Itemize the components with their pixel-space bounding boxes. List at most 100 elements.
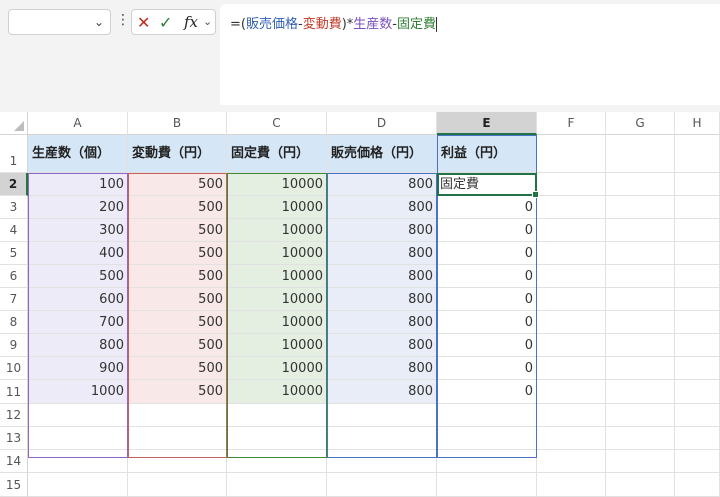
empty-cell[interactable] <box>128 450 227 473</box>
data-cell[interactable]: 800 <box>327 173 437 196</box>
more-options-icon[interactable]: ⋮ <box>116 12 130 28</box>
row-header-5[interactable]: 5 <box>0 242 28 265</box>
empty-cell[interactable] <box>606 173 675 196</box>
row-header-15[interactable]: 15 <box>0 473 28 497</box>
empty-cell[interactable] <box>437 427 537 450</box>
column-header-a[interactable]: A <box>28 112 128 135</box>
row-header-8[interactable]: 8 <box>0 311 28 334</box>
empty-cell[interactable] <box>537 311 606 334</box>
chevron-down-icon[interactable]: ⌄ <box>94 15 104 29</box>
empty-cell[interactable] <box>537 219 606 242</box>
empty-cell[interactable] <box>128 404 227 427</box>
empty-cell[interactable] <box>437 450 537 473</box>
empty-cell[interactable] <box>675 380 720 404</box>
empty-cell[interactable] <box>327 427 437 450</box>
row-header-6[interactable]: 6 <box>0 265 28 288</box>
empty-cell[interactable] <box>606 219 675 242</box>
empty-cell[interactable] <box>537 265 606 288</box>
data-cell[interactable]: 10000 <box>227 219 327 242</box>
empty-cell[interactable] <box>537 380 606 404</box>
empty-cell[interactable] <box>606 334 675 357</box>
empty-cell[interactable] <box>537 404 606 427</box>
data-cell[interactable]: 800 <box>327 334 437 357</box>
row-header-11[interactable]: 11 <box>0 380 28 404</box>
select-all-button[interactable] <box>0 112 28 135</box>
empty-cell[interactable] <box>606 427 675 450</box>
empty-cell[interactable] <box>675 135 720 173</box>
empty-cell[interactable] <box>437 404 537 427</box>
empty-cell[interactable] <box>537 288 606 311</box>
row-header-10[interactable]: 10 <box>0 357 28 380</box>
empty-cell[interactable] <box>606 311 675 334</box>
empty-cell[interactable] <box>606 404 675 427</box>
empty-cell[interactable] <box>675 427 720 450</box>
cancel-icon[interactable]: ✕ <box>137 13 150 32</box>
header-cell[interactable]: 固定費（円） <box>227 135 327 173</box>
enter-check-icon[interactable]: ✓ <box>159 13 172 32</box>
empty-cell[interactable] <box>675 357 720 380</box>
data-cell[interactable]: 800 <box>327 265 437 288</box>
data-cell[interactable]: 500 <box>128 196 227 219</box>
data-cell[interactable]: 500 <box>128 219 227 242</box>
empty-cell[interactable] <box>537 427 606 450</box>
empty-cell[interactable] <box>606 196 675 219</box>
empty-cell[interactable] <box>327 404 437 427</box>
empty-cell[interactable] <box>606 265 675 288</box>
row-header-1[interactable]: 1 <box>0 135 28 173</box>
row-header-7[interactable]: 7 <box>0 288 28 311</box>
data-cell[interactable]: 800 <box>327 357 437 380</box>
empty-cell[interactable] <box>128 427 227 450</box>
data-cell[interactable]: 0 <box>437 288 537 311</box>
empty-cell[interactable] <box>28 450 128 473</box>
data-cell[interactable]: 200 <box>28 196 128 219</box>
empty-cell[interactable] <box>537 196 606 219</box>
empty-cell[interactable] <box>675 265 720 288</box>
data-cell[interactable]: 500 <box>128 265 227 288</box>
empty-cell[interactable] <box>606 288 675 311</box>
empty-cell[interactable] <box>437 473 537 497</box>
empty-cell[interactable] <box>675 196 720 219</box>
empty-cell[interactable] <box>227 427 327 450</box>
empty-cell[interactable] <box>128 473 227 497</box>
empty-cell[interactable] <box>675 334 720 357</box>
data-cell[interactable]: 固定費 <box>437 173 537 196</box>
empty-cell[interactable] <box>675 288 720 311</box>
empty-cell[interactable] <box>327 473 437 497</box>
data-cell[interactable]: 500 <box>128 357 227 380</box>
column-header-d[interactable]: D <box>327 112 437 135</box>
data-cell[interactable]: 500 <box>128 288 227 311</box>
data-cell[interactable]: 10000 <box>227 288 327 311</box>
header-cell[interactable]: 変動費（円） <box>128 135 227 173</box>
formula-text[interactable]: =(販売価格-変動費)*生産数-固定費 <box>230 13 438 32</box>
data-cell[interactable]: 10000 <box>227 173 327 196</box>
data-cell[interactable]: 800 <box>28 334 128 357</box>
data-cell[interactable]: 0 <box>437 242 537 265</box>
column-header-h[interactable]: H <box>675 112 720 135</box>
data-cell[interactable]: 10000 <box>227 196 327 219</box>
data-cell[interactable]: 500 <box>128 334 227 357</box>
data-cell[interactable]: 0 <box>437 219 537 242</box>
column-header-g[interactable]: G <box>606 112 675 135</box>
data-cell[interactable]: 800 <box>327 196 437 219</box>
formula-input[interactable]: =(販売価格-変動費)*生産数-固定費 <box>220 4 720 105</box>
data-cell[interactable]: 400 <box>28 242 128 265</box>
row-header-14[interactable]: 14 <box>0 450 28 473</box>
empty-cell[interactable] <box>606 242 675 265</box>
data-cell[interactable]: 0 <box>437 334 537 357</box>
header-cell[interactable]: 生産数（個） <box>28 135 128 173</box>
data-cell[interactable]: 1000 <box>28 380 128 404</box>
data-cell[interactable]: 0 <box>437 357 537 380</box>
name-box[interactable]: ⌄ <box>8 9 111 35</box>
empty-cell[interactable] <box>606 380 675 404</box>
empty-cell[interactable] <box>675 404 720 427</box>
header-cell[interactable]: 販売価格（円） <box>327 135 437 173</box>
data-cell[interactable]: 300 <box>28 219 128 242</box>
row-header-3[interactable]: 3 <box>0 196 28 219</box>
data-cell[interactable]: 800 <box>327 219 437 242</box>
data-cell[interactable]: 800 <box>327 242 437 265</box>
data-cell[interactable]: 0 <box>437 265 537 288</box>
empty-cell[interactable] <box>675 219 720 242</box>
empty-cell[interactable] <box>675 450 720 473</box>
data-cell[interactable]: 800 <box>327 380 437 404</box>
data-cell[interactable]: 800 <box>327 311 437 334</box>
